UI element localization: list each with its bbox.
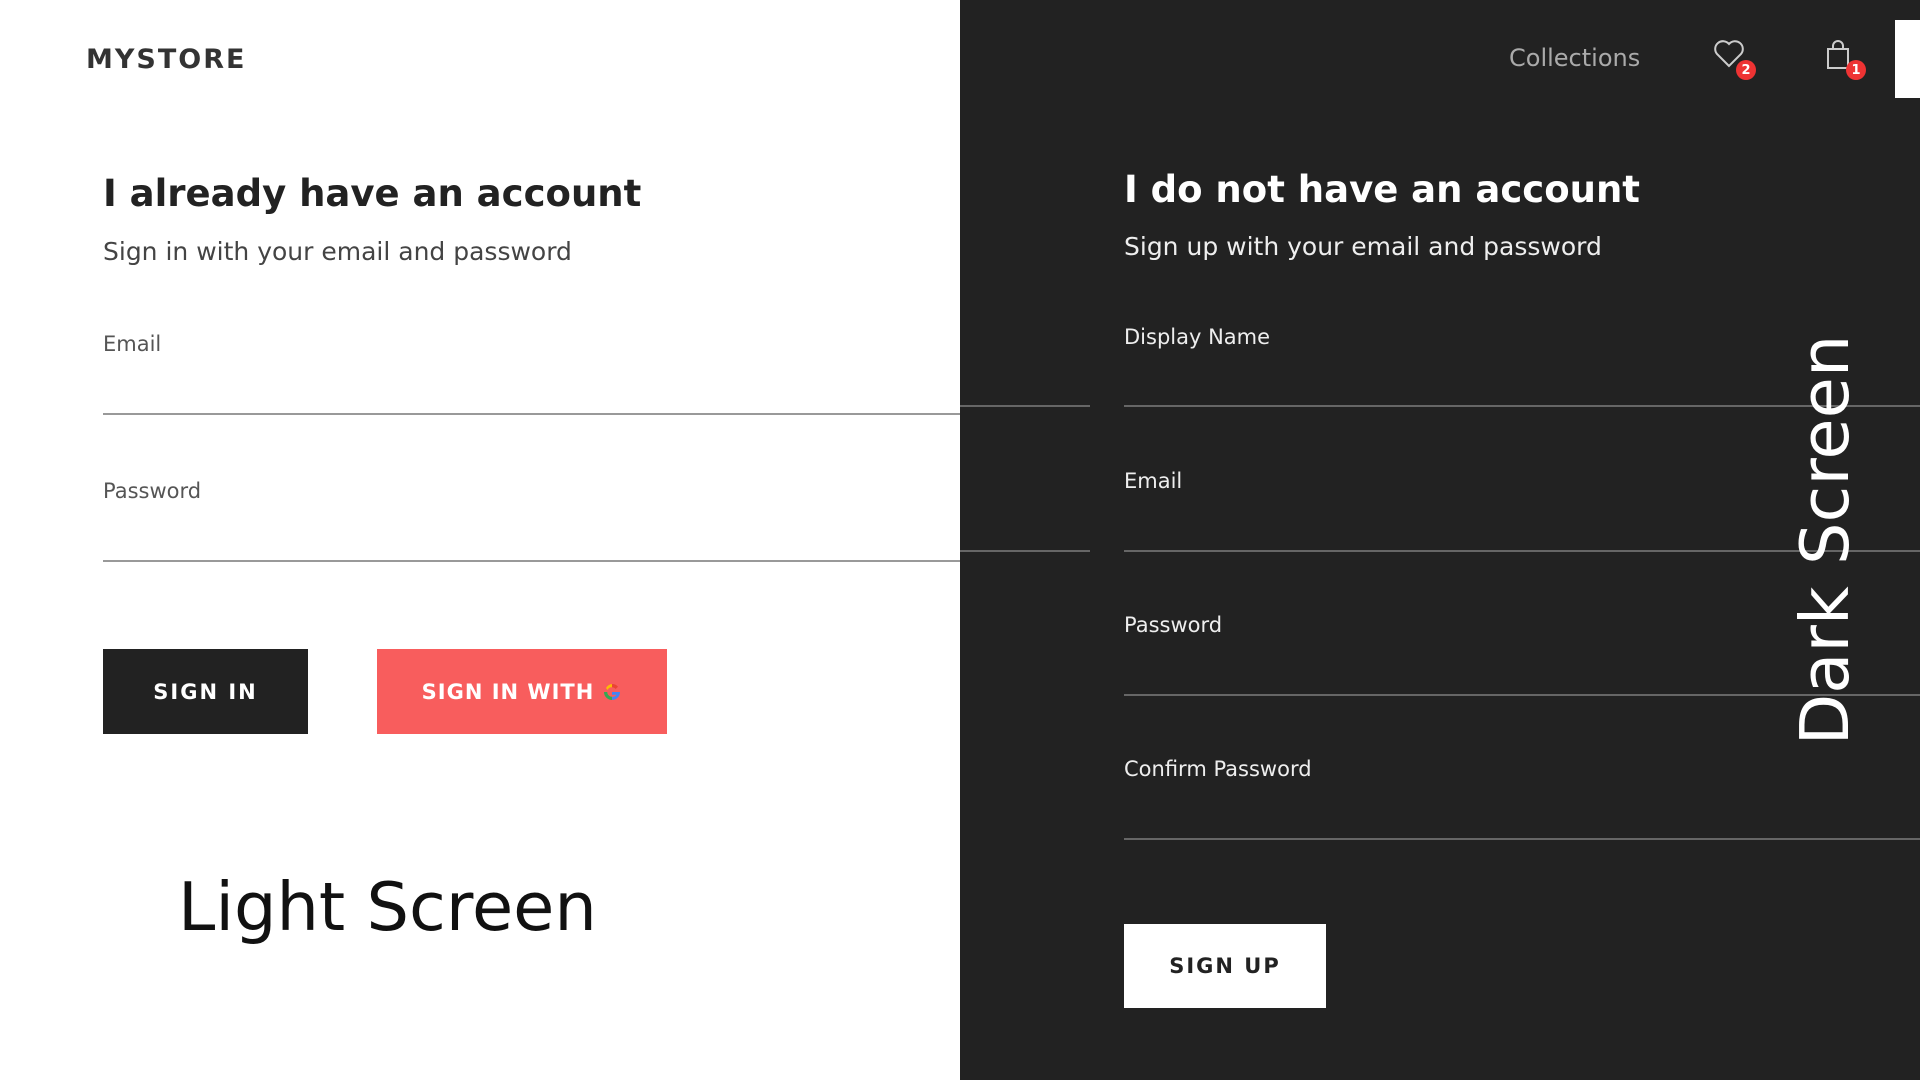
continued-underline-2 xyxy=(960,550,1090,552)
google-icon xyxy=(604,683,621,700)
signup-button[interactable]: SIGN UP xyxy=(1124,924,1326,1008)
light-screen-caption: Light Screen xyxy=(178,868,597,946)
nav-collections-link[interactable]: Collections xyxy=(1509,44,1640,72)
signup-display-name-label: Display Name xyxy=(1124,325,1271,349)
cart-count-badge: 1 xyxy=(1846,60,1866,80)
cart-button[interactable]: 1 xyxy=(1822,38,1866,80)
signin-button[interactable]: SIGN IN xyxy=(103,649,308,734)
signin-subtitle: Sign in with your email and password xyxy=(103,237,572,266)
signin-password-underline xyxy=(103,560,960,562)
wishlist-count-badge: 2 xyxy=(1736,60,1756,80)
signin-title: I already have an account xyxy=(103,172,642,215)
signup-confirm-password-underline xyxy=(1124,838,1920,840)
page: MYSTORE I already have an account Sign i… xyxy=(0,0,1920,1080)
signin-email-label: Email xyxy=(103,332,162,356)
signup-email-label: Email xyxy=(1124,469,1183,493)
continued-underline-1 xyxy=(960,405,1090,407)
google-signin-button[interactable]: SIGN IN WITH xyxy=(377,649,667,734)
signup-confirm-password-label: Confirm Password xyxy=(1124,757,1312,781)
signin-button-label: SIGN IN xyxy=(153,679,258,704)
signin-password-input[interactable] xyxy=(103,517,957,549)
signup-button-label: SIGN UP xyxy=(1169,954,1281,978)
signup-password-label: Password xyxy=(1124,613,1223,637)
light-panel: MYSTORE I already have an account Sign i… xyxy=(0,0,960,1080)
google-signin-label: SIGN IN WITH xyxy=(421,679,595,704)
store-logo[interactable]: MYSTORE xyxy=(86,44,246,75)
signin-email-underline xyxy=(103,413,960,415)
wishlist-button[interactable]: 2 xyxy=(1712,38,1756,80)
dark-panel: Collections 2 1 I do not have an account… xyxy=(960,0,1920,1080)
dark-screen-caption: Dark Screen xyxy=(1786,334,1864,746)
signin-password-label: Password xyxy=(103,479,202,503)
signup-subtitle: Sign up with your email and password xyxy=(1124,232,1602,261)
signup-title: I do not have an account xyxy=(1124,168,1640,211)
signup-confirm-password-input[interactable] xyxy=(1124,794,1908,826)
signin-email-input[interactable] xyxy=(103,370,957,402)
edge-panel xyxy=(1895,20,1920,98)
